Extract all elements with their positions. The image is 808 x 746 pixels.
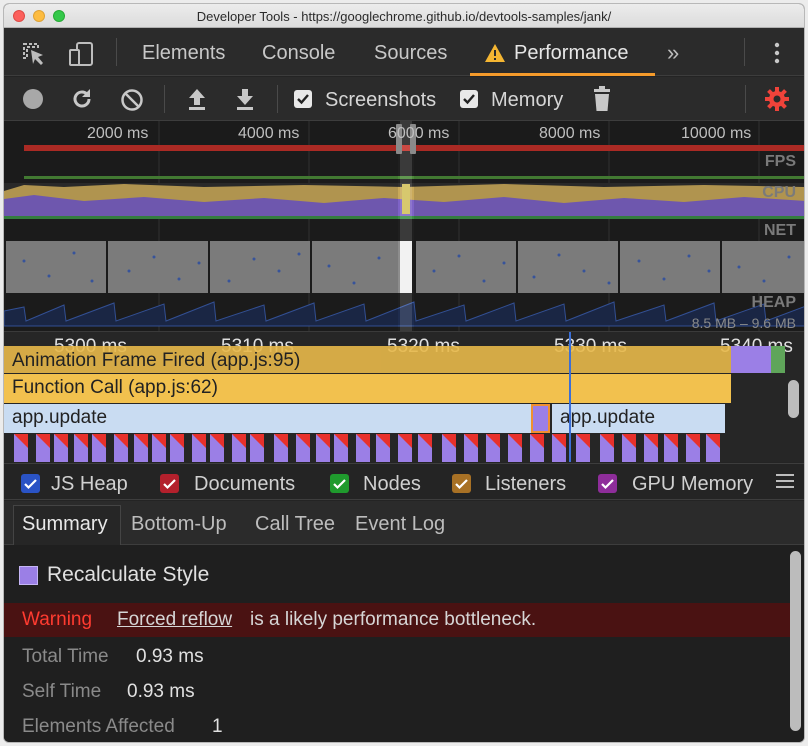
reload-record-icon[interactable] xyxy=(70,87,94,116)
heap-range-label: 8.5 MB – 9.6 MB xyxy=(691,315,796,331)
menu-hamburger-icon[interactable] xyxy=(776,473,794,494)
summary-scrollbar[interactable] xyxy=(790,551,801,731)
forced-reflow-link[interactable]: Forced reflow xyxy=(117,609,232,631)
js-heap-label: JS Heap xyxy=(51,473,128,495)
painting-bar[interactable] xyxy=(771,346,785,373)
main-tab-bar: Elements Console Sources Performance » xyxy=(4,28,804,76)
timeline-cursor xyxy=(569,332,571,462)
gpu-memory-checkbox[interactable] xyxy=(598,474,617,493)
nodes-label: Nodes xyxy=(363,473,421,495)
net-track-label: NET xyxy=(764,222,796,239)
capture-settings-gear-icon[interactable] xyxy=(764,86,790,117)
overview-tick-label: 2000 ms xyxy=(87,125,149,142)
memory-label: Memory xyxy=(491,89,564,111)
listeners-checkbox[interactable] xyxy=(452,474,471,493)
warning-message: is a likely performance bottleneck. xyxy=(250,609,537,630)
separator xyxy=(116,38,117,66)
recalculate-style-bar[interactable] xyxy=(531,404,550,433)
separator xyxy=(744,38,745,66)
separator xyxy=(277,85,278,113)
documents-checkbox[interactable] xyxy=(160,474,179,493)
more-options-kebab-icon[interactable] xyxy=(774,41,780,70)
self-time-label: Self Time xyxy=(22,681,102,702)
flame-chart[interactable]: 5300 ms 5310 ms 5320 ms 5330 ms 5340 ms … xyxy=(4,331,804,462)
elements-affected-value: 1 xyxy=(212,716,223,737)
event-color-swatch xyxy=(19,566,38,585)
more-tabs-chevron-icon[interactable]: » xyxy=(667,40,679,66)
tab-call-tree[interactable]: Call Tree xyxy=(255,513,335,536)
overview-tick-label: 10000 ms xyxy=(681,125,752,142)
warning-label: Warning xyxy=(22,609,93,630)
app-update-bar[interactable]: app.update xyxy=(4,404,531,433)
tab-performance[interactable]: Performance xyxy=(514,42,629,65)
device-toolbar-icon[interactable] xyxy=(67,40,95,73)
total-time-label: Total Time xyxy=(22,646,109,667)
collect-garbage-trash-icon[interactable] xyxy=(592,86,612,117)
animation-frame-fired-bar[interactable]: Animation Frame Fired (app.js:95) xyxy=(4,346,731,373)
nodes-checkbox[interactable] xyxy=(330,474,349,493)
screenshots-label: Screenshots xyxy=(325,89,437,111)
cpu-track-label: CPU xyxy=(762,184,796,201)
separator xyxy=(164,85,165,113)
total-time-value: 0.93 ms xyxy=(136,646,204,667)
details-tab-bar: Summary Bottom-Up Call Tree Event Log xyxy=(4,501,804,545)
fps-track-label: FPS xyxy=(764,153,796,170)
screenshots-checkbox[interactable] xyxy=(294,90,312,108)
gpu-memory-label: GPU Memory xyxy=(632,473,754,495)
memory-counters-legend: JS Heap Documents Nodes Listeners GPU Me… xyxy=(4,463,804,500)
flame-scrollbar[interactable] xyxy=(788,380,799,418)
active-tab-indicator xyxy=(470,73,655,76)
listeners-label: Listeners xyxy=(485,473,567,495)
tab-summary[interactable]: Summary xyxy=(22,513,108,536)
performance-toolbar: Screenshots Memory xyxy=(4,77,804,121)
js-heap-checkbox[interactable] xyxy=(21,474,40,493)
save-profile-download-icon[interactable] xyxy=(234,87,256,116)
clear-icon[interactable] xyxy=(120,88,144,117)
app-update-bar[interactable]: app.update xyxy=(552,404,725,433)
documents-label: Documents xyxy=(194,473,296,495)
overview-tick-label: 8000 ms xyxy=(539,125,601,142)
warning-row: Warning Forced reflow is a likely perfor… xyxy=(4,603,790,637)
window-title: Developer Tools - https://googlechrome.g… xyxy=(196,9,612,24)
tab-elements[interactable]: Elements xyxy=(142,42,225,65)
elements-affected-label: Elements Affected xyxy=(22,716,175,737)
memory-checkbox[interactable] xyxy=(460,90,478,108)
event-title: Recalculate Style xyxy=(47,563,210,586)
title-bar: Developer Tools - https://googlechrome.g… xyxy=(4,4,804,28)
summary-panel: Recalculate Style Warning Forced reflow … xyxy=(4,545,804,742)
heap-track-label: HEAP xyxy=(751,294,796,311)
tab-console[interactable]: Console xyxy=(262,42,335,65)
overview-tick-label: 4000 ms xyxy=(238,125,300,142)
devtools-window: Developer Tools - https://googlechrome.g… xyxy=(3,3,805,743)
tab-sources[interactable]: Sources xyxy=(374,42,447,65)
overview-graph xyxy=(4,121,804,331)
warning-icon xyxy=(484,43,506,68)
timeline-overview[interactable]: 2000 ms 4000 ms 6000 ms 8000 ms 10000 ms… xyxy=(4,121,804,331)
load-profile-upload-icon[interactable] xyxy=(186,87,208,116)
overview-tick-label: 6000 ms xyxy=(388,125,450,142)
rendering-bar[interactable] xyxy=(731,346,771,373)
tab-bottom-up[interactable]: Bottom-Up xyxy=(131,513,227,536)
separator xyxy=(745,85,746,113)
record-icon[interactable] xyxy=(22,88,44,115)
tab-event-log[interactable]: Event Log xyxy=(355,513,445,536)
function-call-bar[interactable]: Function Call (app.js:62) xyxy=(4,374,731,403)
inspect-element-icon[interactable] xyxy=(21,41,47,72)
forced-layout-events xyxy=(14,434,720,462)
self-time-value: 0.93 ms xyxy=(127,681,195,702)
